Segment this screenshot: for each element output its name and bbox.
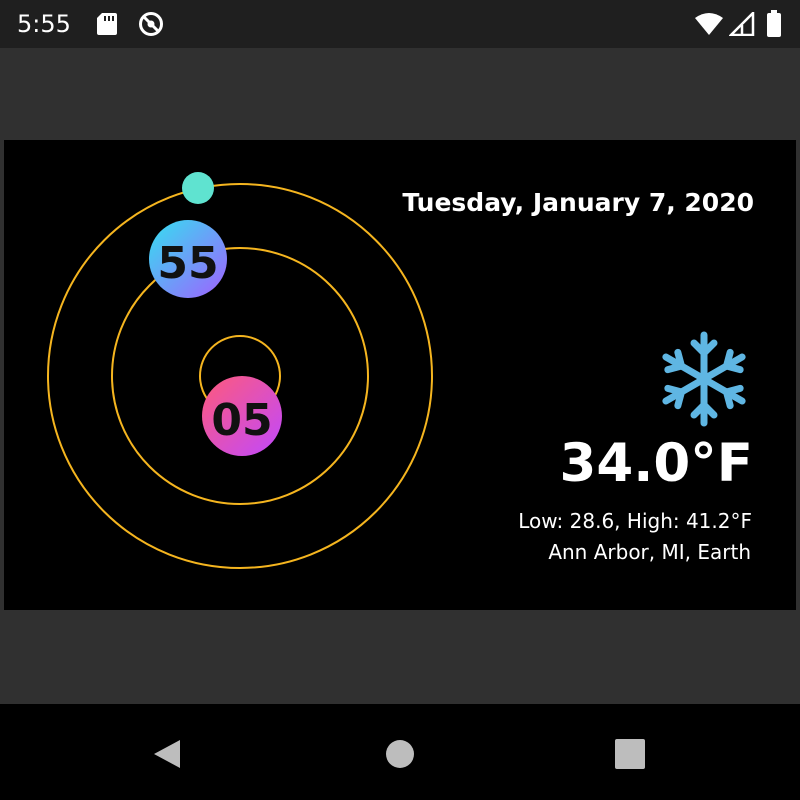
bottom-spacer	[0, 614, 800, 704]
snowflake-icon	[662, 331, 746, 427]
home-button[interactable]	[380, 734, 420, 774]
minute-label: 55	[157, 238, 218, 289]
back-icon	[154, 740, 180, 768]
outer-orbit-ring	[47, 183, 433, 569]
seconds-dot	[182, 172, 214, 204]
middle-orbit-ring	[111, 247, 369, 505]
navigation-bar	[0, 704, 800, 800]
home-icon	[386, 740, 414, 768]
back-button[interactable]	[146, 734, 186, 774]
low-high-label: Low: 28.6, High: 41.2°F	[518, 509, 752, 533]
recents-icon	[615, 739, 645, 769]
location-label: Ann Arbor, MI, Earth	[548, 540, 751, 564]
hour-label: 05	[211, 395, 272, 446]
date-label: Tuesday, January 7, 2020	[402, 188, 754, 217]
recents-button[interactable]	[610, 734, 650, 774]
temperature-label: 34.0°F	[559, 433, 753, 494]
